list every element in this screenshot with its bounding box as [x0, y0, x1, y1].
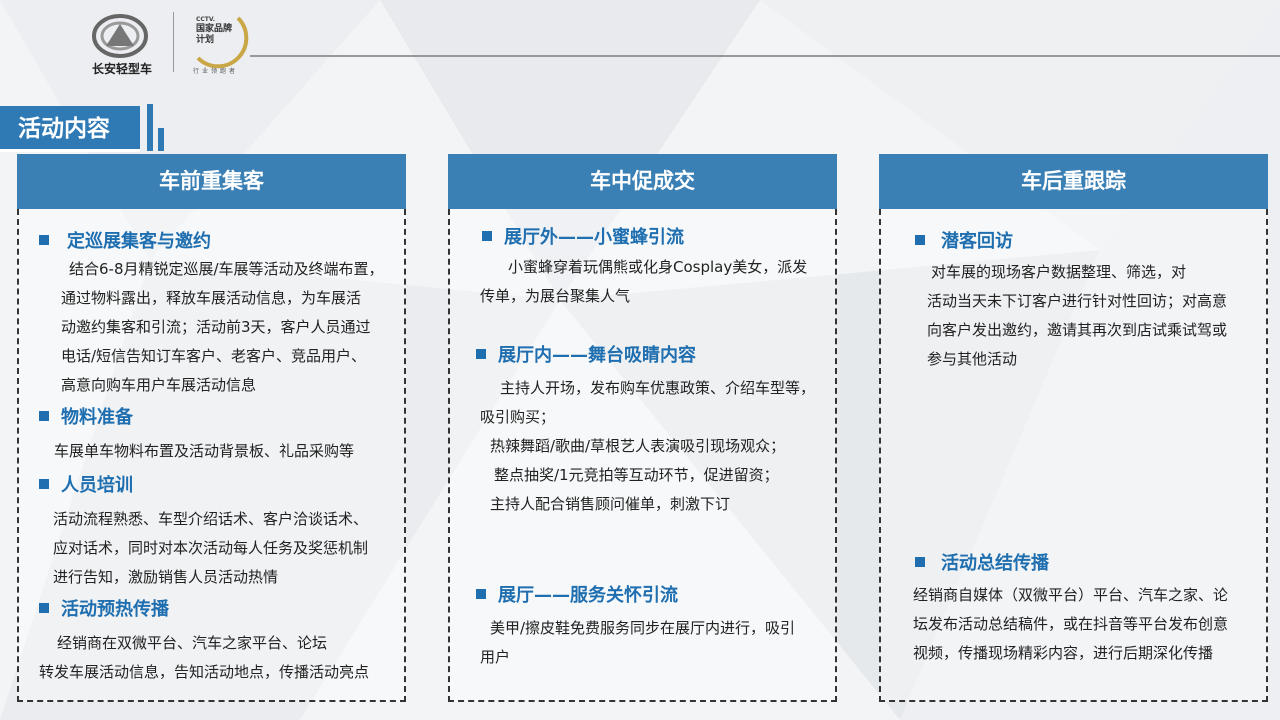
item-text: 吸引购买； — [480, 408, 556, 426]
decorative-bar — [147, 104, 153, 151]
bullet-icon — [482, 231, 492, 241]
item-text: 主持人配合销售顾问催单，刺激下订 — [490, 495, 731, 513]
list-item: 展厅内——舞台吸睛内容 — [476, 343, 696, 369]
list-item: 潜客回访 — [915, 229, 1013, 255]
item-text: 通过物料露出，释放车展活动信息，为车展活 动邀约集客和引流；活动前3天，客户人员… — [61, 289, 371, 394]
list-item: 活动预热传播 — [39, 597, 169, 623]
logo-divider — [173, 12, 174, 72]
item-text: 美甲/擦皮鞋免费服务同步在展厅内进行，吸引 — [490, 619, 796, 637]
bullet-icon — [39, 411, 49, 421]
brand-plan-label: 国家品牌计划 — [196, 24, 233, 45]
item-text: 对车展的现场客户数据整理、筛选，对 — [931, 263, 1187, 281]
item-text: 用户 — [480, 648, 511, 666]
item-text: 车展单车物料布置及活动背景板、礼品采购等 — [54, 442, 355, 460]
list-item: 人员培训 — [39, 473, 133, 499]
industry-leader-label: 行业领跑者 — [193, 68, 239, 75]
item-text: 活动当天未下订客户进行针对性回访；对高意 向客户发出邀约，邀请其再次到店试乘试驾… — [927, 292, 1228, 368]
item-title: 物料准备 — [61, 407, 133, 428]
list-item: 活动总结传播 — [915, 551, 1049, 577]
item-text: 转发车展活动信息，告知活动地点，传播活动亮点 — [39, 663, 370, 681]
header-divider — [250, 55, 1280, 57]
item-title: 展厅内——舞台吸睛内容 — [498, 345, 696, 366]
cctv-label: CCTV. — [196, 16, 216, 23]
item-text: 传单，为展台聚集人气 — [480, 287, 631, 305]
decorative-bar — [158, 128, 164, 151]
column-body: 展厅外——小蜜蜂引流 小蜜蜂穿着玩偶熊或化身Cosplay美女，派发 传单，为展… — [448, 209, 837, 702]
bullet-icon — [39, 603, 49, 613]
item-title: 人员培训 — [61, 475, 133, 496]
column-post-sale: 车后重跟踪 潜客回访 对车展的现场客户数据整理、筛选，对 活动当天未下订客户进行… — [879, 154, 1268, 702]
item-text: 经销商自媒体（双微平台）平台、汽车之家、论 坛发布活动总结稿件，或在抖音等平台发… — [913, 586, 1229, 662]
column-in-sale: 车中促成交 展厅外——小蜜蜂引流 小蜜蜂穿着玩偶熊或化身Cosplay美女，派发… — [448, 154, 837, 702]
column-title: 车中促成交 — [448, 154, 837, 209]
column-title: 车后重跟踪 — [879, 154, 1268, 209]
item-text: 活动流程熟悉、车型介绍话术、客户洽谈话术、 应对话术，同时对本次活动每人任务及奖… — [53, 510, 369, 586]
item-text: 热辣舞蹈/歌曲/草根艺人表演吸引现场观众； — [490, 437, 786, 455]
item-text: 整点抽奖/1元竞拍等互动环节，促进留资； — [494, 466, 779, 484]
item-text: 结合6-8月精锐定巡展/车展等活动及终端布置， — [69, 260, 384, 278]
column-pre-sale: 车前重集客 定巡展集客与邀约 结合6-8月精锐定巡展/车展等活动及终端布置， 通… — [17, 154, 406, 702]
item-title: 潜客回访 — [941, 231, 1013, 252]
item-text: 主持人开场，发布购车优惠政策、介绍车型等， — [500, 379, 816, 397]
brand-name: 长安轻型车 — [91, 62, 152, 76]
item-title: 定巡展集客与邀约 — [67, 231, 211, 252]
bullet-icon — [915, 235, 925, 245]
list-item: 定巡展集客与邀约 — [39, 229, 211, 255]
column-body: 定巡展集客与邀约 结合6-8月精锐定巡展/车展等活动及终端布置， 通过物料露出，… — [17, 209, 406, 702]
column-body: 潜客回访 对车展的现场客户数据整理、筛选，对 活动当天未下订客户进行针对性回访；… — [879, 209, 1268, 702]
item-title: 展厅外——小蜜蜂引流 — [504, 227, 684, 248]
item-text: 经销商在双微平台、汽车之家平台、论坛 — [57, 634, 328, 652]
section-title: 活动内容 — [0, 106, 140, 152]
item-title: 活动总结传播 — [941, 553, 1049, 574]
list-item: 展厅外——小蜜蜂引流 — [482, 225, 684, 251]
list-item: 展厅——服务关怀引流 — [476, 583, 678, 609]
bullet-icon — [476, 589, 486, 599]
column-title: 车前重集客 — [17, 154, 406, 209]
item-text: 小蜜蜂穿着玩偶熊或化身Cosplay美女，派发 — [508, 258, 808, 276]
bullet-icon — [915, 557, 925, 567]
bullet-icon — [39, 479, 49, 489]
list-item: 物料准备 — [39, 405, 133, 431]
item-title: 展厅——服务关怀引流 — [498, 585, 678, 606]
item-title: 活动预热传播 — [61, 599, 169, 620]
bullet-icon — [476, 349, 486, 359]
bullet-icon — [39, 235, 49, 245]
